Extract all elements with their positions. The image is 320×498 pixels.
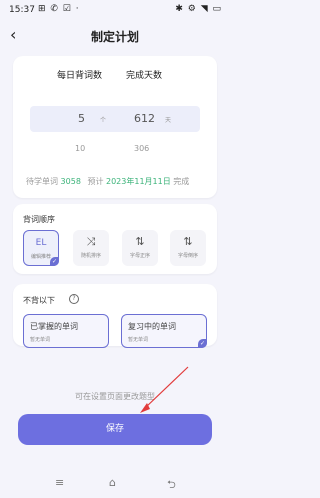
skip-card: 不背以下 ? 已掌握的单词 暂无单词 复习中的单词 暂无单词 ✓ (13, 284, 217, 348)
order-option-random[interactable]: ⤨ 随机排序 (73, 230, 109, 266)
daily-count-unit: 个 (100, 117, 107, 124)
sort-desc-icon: ⇅ (183, 235, 193, 248)
skip-option-title: 复习中的单词 (128, 322, 176, 331)
skip-option-title: 已掌握的单词 (30, 322, 78, 331)
days-label: 完成天数 (126, 71, 163, 81)
menu-icon[interactable]: ≡ (55, 476, 64, 489)
pending-label: 待学单词 (26, 177, 58, 186)
daily-count-label: 每日背词数 (57, 71, 103, 81)
help-icon[interactable]: ? (69, 294, 79, 304)
system-icons: ✱ ⚙ ◥ ▭ (175, 4, 222, 14)
days-unit: 天 (165, 117, 172, 124)
order-section-title: 背词顺序 (23, 215, 55, 224)
settings-hint: 可在设置页面更改题型 (75, 392, 155, 401)
notification-icons: ⊞ ✆ ☑ · (38, 4, 80, 14)
check-icon: ✓ (198, 339, 207, 348)
shuffle-icon: ⤨ (86, 235, 96, 248)
order-option-alpha-asc[interactable]: ⇅ 字母正序 (122, 230, 158, 266)
status-bar: 15:37 ⊞ ✆ ☑ · ✱ ⚙ ◥ ▭ (0, 0, 230, 22)
skip-option-sub: 暂无单词 (30, 337, 51, 343)
daily-count-value[interactable]: 5 (78, 112, 85, 125)
plan-card: 每日背词数 完成天数 5 个 612 天 10 306 待学单词 3058 预计… (13, 56, 217, 198)
editor-pick-icon: EL (35, 238, 47, 248)
order-option-label: 字母倒序 (177, 253, 198, 259)
order-card: 背词顺序 EL 编辑推荐 ✓ ⤨ 随机排序 ⇅ 字母正序 ⇅ 字母倒序 (13, 204, 217, 274)
order-option-alpha-desc[interactable]: ⇅ 字母倒序 (170, 230, 206, 266)
page-header: ‹ 制定计划 (0, 22, 230, 50)
plan-picker[interactable]: 5 个 612 天 (30, 106, 200, 132)
skip-option-reviewing[interactable]: 复习中的单词 暂无单词 ✓ (121, 314, 207, 348)
daily-count-next[interactable]: 10 (75, 144, 85, 153)
plan-summary: 待学单词 3058 预计 2023年11月11日 完成 (26, 176, 189, 187)
expected-date: 2023年11月11日 (106, 177, 171, 186)
page-title: 制定计划 (90, 30, 139, 44)
order-option-recommended[interactable]: EL 编辑推荐 ✓ (23, 230, 59, 266)
skip-section-title: 不背以下 (23, 296, 55, 305)
system-nav-bar: ≡ ⌂ ⮌ (0, 470, 230, 498)
check-icon: ✓ (50, 257, 59, 266)
status-time: 15:37 (9, 5, 35, 15)
return-icon[interactable]: ⮌ (167, 476, 176, 495)
sort-asc-icon: ⇅ (135, 235, 145, 248)
skip-option-mastered[interactable]: 已掌握的单词 暂无单词 (23, 314, 109, 348)
pending-count: 3058 (60, 177, 81, 186)
order-option-label: 字母正序 (129, 253, 150, 259)
expected-suffix: 完成 (173, 177, 190, 186)
days-value[interactable]: 612 (134, 112, 155, 125)
order-option-label: 随机排序 (80, 253, 101, 259)
home-icon[interactable]: ⌂ (109, 476, 116, 489)
expected-label: 预计 (87, 177, 104, 186)
skip-option-sub: 暂无单词 (128, 337, 149, 343)
save-button[interactable]: 保存 (18, 414, 212, 445)
days-next[interactable]: 306 (134, 144, 149, 153)
